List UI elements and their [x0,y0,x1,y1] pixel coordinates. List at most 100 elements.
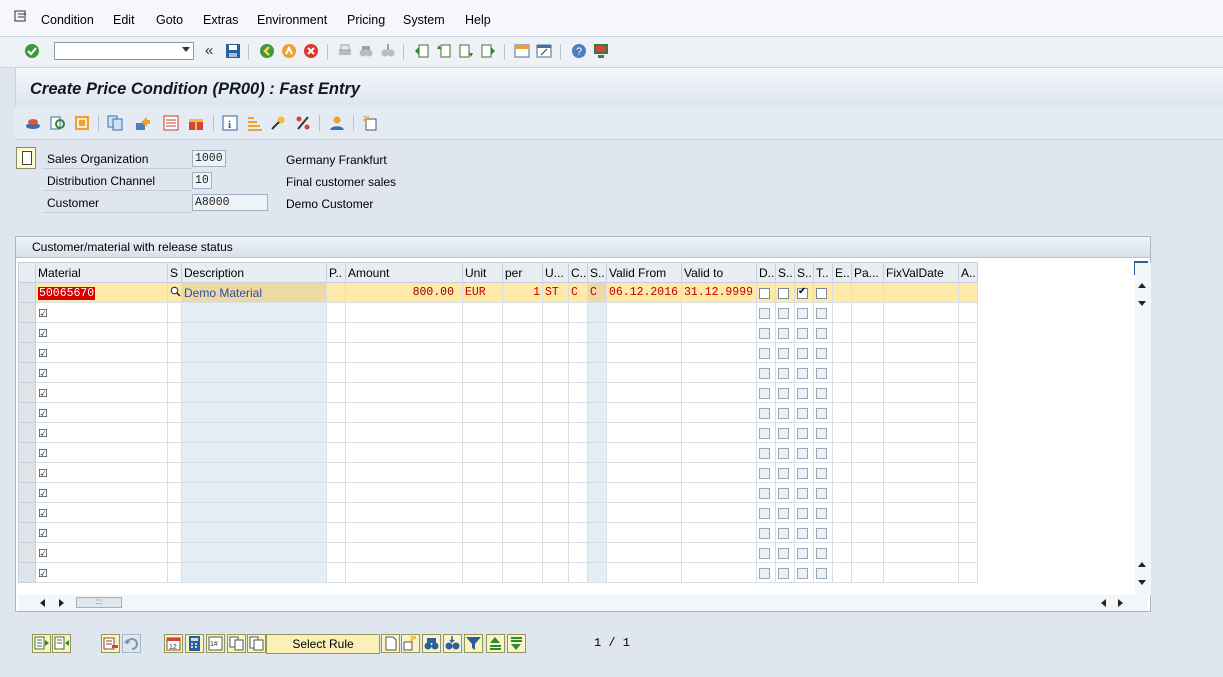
exit-icon[interactable] [281,43,297,59]
checkbox[interactable] [778,507,789,519]
flag-s2-cell[interactable] [775,482,795,503]
checkbox[interactable] [816,347,827,359]
e-cell[interactable] [832,462,852,483]
table-row[interactable]: ☑ [18,562,978,583]
a-cell[interactable] [958,542,978,563]
flag-s3-cell[interactable] [794,562,814,583]
last-page-icon[interactable] [480,43,496,59]
table-row[interactable]: 50065670 Demo Material 800.00 EUR 1 ST C… [18,282,978,303]
table-row[interactable]: ☑ [18,522,978,543]
checkbox[interactable] [797,387,808,399]
search-help-cell[interactable] [167,522,182,543]
percent-icon[interactable] [295,115,311,131]
pa-cell[interactable] [851,462,884,483]
valid-from-cell[interactable] [606,482,682,503]
scales-icon[interactable] [247,115,263,131]
per-cell[interactable] [502,562,543,583]
per-cell[interactable] [502,462,543,483]
checkbox[interactable] [759,447,770,459]
checkbox[interactable] [816,527,827,539]
flag-s3-cell[interactable] [794,502,814,523]
material-cell[interactable]: ☑ [35,422,168,443]
uom-cell[interactable] [542,402,569,423]
scroll-thumb[interactable]: ::: [76,597,122,608]
flag-s2-cell[interactable] [775,462,795,483]
checkbox[interactable] [759,547,770,559]
checkbox[interactable] [778,347,789,359]
fixvaldate-cell[interactable] [883,462,959,483]
fixvaldate-cell[interactable] [883,522,959,543]
flag-s2-cell[interactable] [775,542,795,563]
shortcut-icon[interactable] [536,43,552,59]
valid-to-cell[interactable] [681,322,757,343]
unit-cell[interactable] [462,362,503,383]
unit-cell[interactable] [462,342,503,363]
row-selector[interactable] [18,362,36,383]
e-cell[interactable] [832,402,852,423]
flag-s3-cell[interactable] [794,402,814,423]
calc-type-cell[interactable] [568,542,588,563]
row-selector[interactable] [18,442,36,463]
column-header-calc-type[interactable]: C.. [568,262,588,283]
checkbox[interactable] [816,327,827,339]
valid-from-cell[interactable] [606,402,682,423]
valid-from-cell[interactable] [606,522,682,543]
pa-cell[interactable] [851,542,884,563]
table-row[interactable]: ☑ [18,302,978,323]
a-cell[interactable] [958,442,978,463]
uom-cell[interactable] [542,522,569,543]
sort-descending-button[interactable] [507,634,526,653]
flag-t-cell[interactable] [813,462,833,483]
horizontal-scrollbar[interactable]: ::: [18,595,1148,611]
valid-from-cell[interactable] [606,302,682,323]
valid-to-cell[interactable] [681,422,757,443]
per-cell[interactable] [502,482,543,503]
filter-button[interactable] [464,634,483,653]
flag-s2-cell[interactable] [775,502,795,523]
flag-d-cell[interactable] [756,302,776,323]
a-cell[interactable] [958,322,978,343]
pa-cell[interactable] [851,362,884,383]
unit-cell[interactable] [462,442,503,463]
material-cell[interactable]: ☑ [35,482,168,503]
pa-cell[interactable] [851,302,884,323]
flag-s3-cell[interactable] [794,522,814,543]
insert-button[interactable] [401,634,420,653]
p-cell[interactable] [326,442,346,463]
a-cell[interactable] [958,422,978,443]
person-icon[interactable] [329,115,345,131]
table-row[interactable]: ☑ [18,442,978,463]
checkbox[interactable] [816,547,827,559]
valid-from-cell[interactable] [606,362,682,383]
checkbox[interactable] [816,467,827,479]
flag-d-cell[interactable] [756,542,776,563]
scroll-right-icon[interactable] [59,599,64,607]
unit-cell[interactable] [462,322,503,343]
per-cell[interactable] [502,542,543,563]
search-help-cell[interactable] [167,362,182,383]
uom-cell[interactable] [542,322,569,343]
flag-t-cell[interactable] [813,562,833,583]
details-icon[interactable]: i [222,115,238,131]
e-cell[interactable] [832,322,852,343]
scroll-left-icon[interactable] [40,599,45,607]
search-help-cell[interactable] [167,482,182,503]
table-row[interactable]: ☑ [18,402,978,423]
p-cell[interactable] [326,422,346,443]
calc-type-cell[interactable] [568,382,588,403]
checkbox[interactable] [816,387,827,399]
flag-s2-cell[interactable] [775,522,795,543]
find-next-icon[interactable] [380,43,396,59]
flag-s2-cell[interactable] [775,342,795,363]
flag-d-cell[interactable] [756,442,776,463]
column-header-amount[interactable]: Amount [345,262,463,283]
pa-cell[interactable] [851,442,884,463]
material-cell[interactable]: ☑ [35,462,168,483]
unit-cell[interactable] [462,302,503,323]
flag-t-cell[interactable] [813,542,833,563]
a-cell[interactable] [958,282,978,303]
amount-cell[interactable] [345,482,463,503]
checkbox[interactable] [759,507,770,519]
valid-to-cell[interactable] [681,362,757,383]
uom-cell[interactable] [542,422,569,443]
